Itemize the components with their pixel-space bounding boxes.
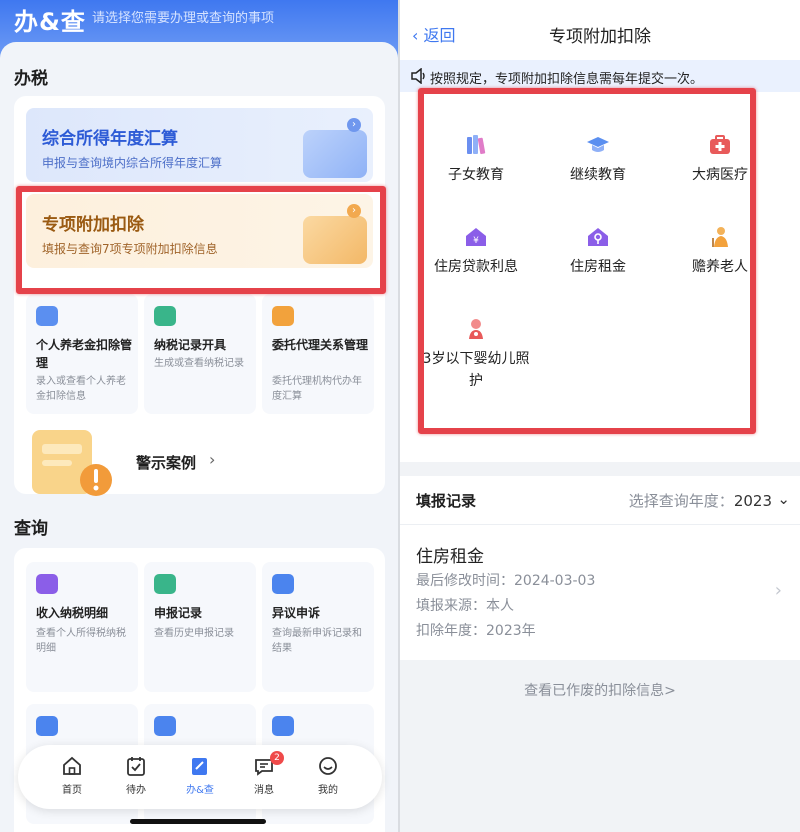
unread-badge: 2 [270,751,284,765]
tile-title: 收入纳税明细 [36,606,109,620]
tax-record-tile[interactable]: 纳税记录开具 生成或查看纳税记录 [144,294,256,414]
tile-title: 纳税记录开具 [154,338,227,352]
warning-clipboard-icon [32,430,112,496]
home-indicator [130,819,266,824]
annual-settlement-banner[interactable]: 综合所得年度汇算 申报与查询境内综合所得年度汇算 › [26,108,373,182]
chevron-right-icon: › [774,580,782,601]
tab-label: 办&查 [186,785,214,796]
nav-bar: ‹ 返回 专项附加扣除 [400,0,800,60]
content-sheet: 办税 综合所得年度汇算 申报与查询境内综合所得年度汇算 › 专项附加扣除 填报与… [0,42,398,832]
agency-management-tile[interactable]: 委托代理关系管理 委托代理机构代办年度汇算 [262,294,374,414]
bottom-tabbar: 首页 待办 办&查 2 消息 我的 [18,745,382,809]
notice-text: 按照规定，专项附加扣除信息需每年提交一次。 [430,72,704,87]
tile-desc: 查看历史申报记录 [154,628,234,639]
pension-icon [36,306,58,326]
tile-desc: 查询最新申诉记录和结果 [272,628,362,654]
declaration-record-tile[interactable]: 申报记录 查看历史申报记录 [144,562,256,692]
chevron-right-icon: › [347,118,361,132]
tile-title: 异议申诉 [272,606,321,620]
year-selector[interactable]: 选择查询年度：2023 [629,490,772,511]
card-icon [272,716,294,736]
home-icon [63,756,81,775]
tab-todo[interactable]: 待办 [108,755,164,803]
view-void-deductions-link[interactable]: 查看已作废的扣除信息> [400,680,800,700]
source-label: 填报来源： [416,598,486,614]
tab-mine[interactable]: 我的 [300,755,356,803]
speaker-icon [411,68,425,84]
tab-label: 我的 [318,785,338,796]
record-year: 扣除年度：2023年 [416,620,536,640]
tile-title: 个人养老金扣除管理 [36,338,133,370]
tab-home[interactable]: 首页 [44,755,100,803]
record-source: 填报来源：本人 [416,595,514,615]
record-title: 住房租金 [416,547,484,567]
calendar-icon [36,716,58,736]
modified-label: 最后修改时间： [416,573,514,589]
list-icon [154,716,176,736]
wallet-icon [36,574,58,594]
tab-label: 消息 [254,785,274,796]
highlight-box [16,186,386,294]
deduct-year-value: 2023年 [486,623,536,639]
page-title: 专项附加扣除 [549,27,651,47]
tile-desc: 录入或查看个人养老金扣除信息 [36,376,126,402]
objection-appeal-tile[interactable]: 异议申诉 查询最新申诉记录和结果 [262,562,374,692]
screenshot-root: 办&查 请选择您需要办理或查询的事项 办税 综合所得年度汇算 申报与查询境内综合… [0,0,800,832]
search-hint[interactable]: 请选择您需要办理或查询的事项 [92,7,274,26]
appeal-icon [272,574,294,594]
modified-value: 2024-03-03 [514,573,596,589]
divider [400,524,800,525]
income-tax-detail-tile[interactable]: 收入纳税明细 查看个人所得税纳税明细 [26,562,138,692]
year-selector-value: 2023 [733,492,772,510]
app-logo: 办&查 [14,8,86,36]
annual-settlement-title: 综合所得年度汇算 [42,129,178,149]
tile-title: 委托代理关系管理 [272,338,369,352]
left-panel: 办&查 请选择您需要办理或查询的事项 办税 综合所得年度汇算 申报与查询境内综合… [0,0,398,832]
records-card: 填报记录 选择查询年度：2023 ⌄ 住房租金 最后修改时间：2024-03-0… [400,476,800,660]
source-value: 本人 [486,598,514,614]
right-panel: ‹ 返回 专项附加扣除 按照规定，专项附加扣除信息需每年提交一次。 子女教育 继… [400,0,800,832]
annual-settlement-subtitle: 申报与查询境内综合所得年度汇算 [42,156,223,170]
tab-label: 首页 [62,785,82,796]
tile-desc: 生成或查看纳税记录 [154,358,244,369]
tile-desc: 查看个人所得税纳税明细 [36,628,126,654]
records-header: 填报记录 [416,492,477,510]
tax-section-title: 办税 [14,69,48,89]
edit-document-icon [192,758,207,775]
chevron-right-icon: › [209,450,216,469]
tile-title: 申报记录 [154,606,203,620]
query-section-title: 查询 [14,519,48,539]
tile-desc: 委托代理机构代办年度汇算 [272,376,362,402]
tab-handle-query[interactable]: 办&查 [172,755,228,803]
pension-deduction-tile[interactable]: 个人养老金扣除管理 录入或查看个人养老金扣除信息 [26,294,138,414]
calculator-illustration-icon [303,130,367,178]
tab-messages[interactable]: 2 消息 [236,751,292,803]
document-icon [154,574,176,594]
deduct-year-label: 扣除年度： [416,623,486,639]
checklist-icon [127,757,145,776]
highlight-box [418,88,756,434]
record-icon [154,306,176,326]
year-selector-label: 选择查询年度： [628,492,734,510]
chevron-down-icon: ⌄ [777,490,790,508]
tab-label: 待办 [126,785,146,796]
warning-cases-link[interactable]: 警示案例 [136,452,196,473]
record-modified: 最后修改时间：2024-03-03 [416,570,595,590]
handshake-icon [272,306,294,326]
tax-card: 综合所得年度汇算 申报与查询境内综合所得年度汇算 › 专项附加扣除 填报与查询7… [14,96,385,496]
smile-face-icon [319,757,337,775]
